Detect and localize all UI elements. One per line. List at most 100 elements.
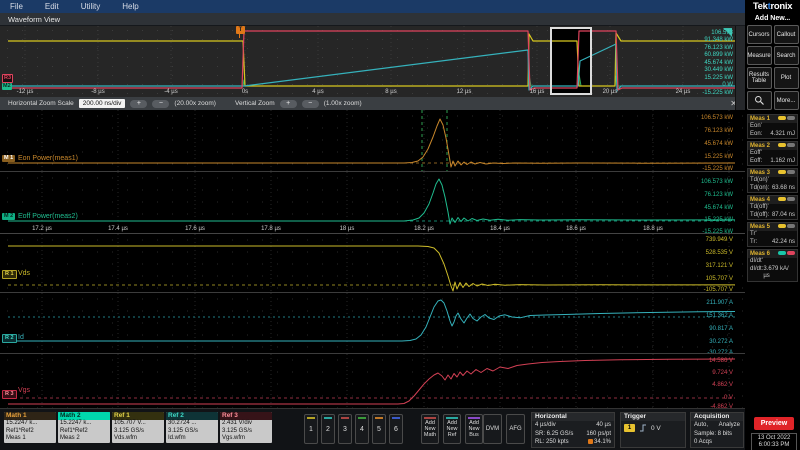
menu-help[interactable]: Help (122, 2, 138, 11)
meas5-toggle-icon[interactable] (787, 224, 795, 228)
meas2-label: Eoff: (750, 158, 762, 166)
ref1-scale: 105.707 V... (112, 420, 164, 428)
channel-2-button[interactable]: 2 (321, 414, 335, 444)
meas3-toggle-icon[interactable] (787, 170, 795, 174)
acquisition-analyze: Analyze (719, 421, 740, 430)
vds-label[interactable]: Vds (18, 270, 30, 278)
math1-card[interactable]: Math 1 15.2247 k... Ref1*Ref2 Meas 1 (4, 412, 56, 443)
panel-eoff-power[interactable]: 106.573 kW76.123 kW45.674 kW15.225 kW-15… (0, 171, 745, 225)
badge-ref3[interactable]: R 3 (2, 390, 17, 399)
meas3-card[interactable]: Meas 3 Td(on)' Td(on):63.68 ns (747, 168, 798, 193)
overview-badge-r3[interactable]: R3 (2, 74, 13, 83)
meas3-value: 63.68 ns (772, 185, 795, 193)
time-text: 6:00:33 PM (752, 442, 796, 449)
callout-button[interactable]: Callout (774, 25, 799, 44)
menu-utility[interactable]: Utility (81, 2, 101, 11)
trigger-card-title: Trigger (621, 413, 685, 421)
ref3-card[interactable]: Ref 3 2.431 V/div 3.125 GS/s Vgs.wfm (220, 412, 272, 443)
add-new-math-button[interactable]: Add New Math (421, 414, 439, 444)
tab-waveform-view[interactable]: Waveform View (8, 15, 60, 24)
math1-source: Meas 1 (4, 435, 56, 443)
panel-vgs[interactable]: 14.586 V9.724 V4.862 V0 V-4.862 V R 3 Vg… (0, 353, 745, 409)
dvm-button[interactable]: DVM (483, 414, 502, 444)
trigger-settings-card[interactable]: Trigger 1 0 V (620, 412, 686, 448)
channel-6-button[interactable]: 6 (389, 414, 403, 444)
channel-buttons: 1 2 3 4 5 6 (304, 414, 403, 444)
measurement-results-list: Meas 1 Eon' Eon:4.321 mJ Meas 2 Eoff' Eo… (745, 114, 800, 282)
overview-badge-m2[interactable]: M2 (2, 83, 12, 90)
panel-id[interactable]: 211.907 A151.362 A90.817 A30.272 A-30.27… (0, 292, 745, 354)
meas1-card[interactable]: Meas 1 Eon' Eon:4.321 mJ (747, 114, 798, 139)
math2-card[interactable]: Math 2 15.2247 k... Ref1*Ref2 Meas 2 (58, 412, 110, 443)
badge-ref1[interactable]: R 1 (2, 270, 17, 279)
vgs-label[interactable]: Vgs (18, 387, 30, 395)
trigger-position-marker[interactable]: T (236, 26, 245, 34)
panel-vds[interactable]: 739.949 V528.535 V317.121 V105.707 V-105… (0, 234, 745, 292)
badge-math1[interactable]: M 1 (2, 155, 15, 162)
add-new-heading: Add New... (745, 15, 800, 22)
channel-cards: Math 1 15.2247 k... Ref1*Ref2 Meas 1 Mat… (4, 412, 272, 443)
v-zoom-minus-button[interactable]: − (302, 100, 319, 108)
id-label[interactable]: Id (18, 334, 24, 342)
horizontal-zoom-scale-input[interactable]: 200.00 ns/div (79, 99, 126, 108)
meas1-label: Eon: (750, 131, 762, 139)
math2-card-title: Math 2 (58, 412, 110, 420)
horizontal-card-title: Horizontal (532, 413, 614, 421)
overview-waveforms (0, 26, 745, 97)
preview-button[interactable]: Preview (754, 417, 794, 430)
eon-power-label[interactable]: Eon Power(meas1) (18, 155, 78, 163)
meas2-toggle-icon[interactable] (787, 143, 795, 147)
h-zoom-plus-button[interactable]: + (130, 100, 147, 108)
meas6-title: Meas 6 (750, 250, 770, 258)
waveform-overview[interactable]: 106.57391.348 kW76.123 kW60.899 kW45.674… (0, 26, 745, 97)
tick-label: 17.2 µs (32, 226, 52, 232)
v-zoom-plus-button[interactable]: + (280, 100, 297, 108)
meas2-title: Meas 2 (750, 142, 770, 150)
eoff-power-label[interactable]: Eoff Power(meas2) (18, 213, 78, 221)
v-zoom-factor: (1.00x zoom) (324, 100, 362, 107)
channel-1-button[interactable]: 1 (304, 414, 318, 444)
badge-math2[interactable]: M 2 (2, 213, 15, 220)
menu-edit[interactable]: Edit (45, 2, 59, 11)
measure-button[interactable]: Measure (747, 46, 772, 65)
search-button[interactable]: Search (774, 46, 799, 65)
oscilloscope-app: File Edit Utility Help Waveform View 106… (0, 0, 800, 450)
ref1-samplerate: 3.125 GS/s (112, 428, 164, 436)
meas6-toggle-icon[interactable] (787, 251, 795, 255)
eon-power-trace (0, 110, 745, 171)
channel-4-button[interactable]: 4 (355, 414, 369, 444)
cursors-button[interactable]: Cursors (747, 25, 772, 44)
meas2-card[interactable]: Meas 2 Eoff' Eoff:1.162 mJ (747, 141, 798, 166)
ref1-card[interactable]: Ref 1 105.707 V... 3.125 GS/s Vds.wfm (112, 412, 164, 443)
h-zoom-minus-button[interactable]: − (152, 100, 169, 108)
tick-label: 18.4 µs (490, 226, 510, 232)
math2-scale: 15.2247 k... (58, 420, 110, 428)
plot-button[interactable]: Plot (774, 67, 799, 89)
meas1-toggle-icon[interactable] (787, 116, 795, 120)
panel-eon-power[interactable]: 106.573 kW76.123 kW45.674 kW15.225 kW-15… (0, 110, 745, 171)
meas5-name: Tr' (748, 231, 797, 239)
tick-label: 17.4 µs (108, 226, 128, 232)
channel-3-button[interactable]: 3 (338, 414, 352, 444)
meas6-card[interactable]: Meas 6 dI/dt' dI/dt:3.679 kA/µs (747, 249, 798, 282)
badge-ref2[interactable]: R 2 (2, 334, 17, 343)
acquisition-settings-card[interactable]: Acquisition Auto, Analyze Sample: 8 bits… (690, 412, 744, 448)
meas1-value: 4.321 mJ (770, 131, 795, 139)
more-button[interactable]: More... (774, 91, 799, 110)
add-new-ref-button[interactable]: Add New Ref (443, 414, 461, 444)
meas5-source-chip (778, 224, 786, 228)
meas4-card[interactable]: Meas 4 Td(off)' Td(off):87.04 ns (747, 195, 798, 220)
meas5-card[interactable]: Meas 5 Tr' Tr:42.24 ns (747, 222, 798, 247)
meas5-label: Tr: (750, 239, 757, 247)
meas6-value: 3.679 kA/µs (763, 266, 795, 281)
ref2-card[interactable]: Ref 2 30.2724 ... 3.125 GS/s Id.wfm (166, 412, 218, 443)
horizontal-settings-card[interactable]: Horizontal 4 µs/div 40 µs SR: 6.25 GS/s … (531, 412, 615, 448)
afg-button[interactable]: AFG (506, 414, 525, 444)
menu-file[interactable]: File (10, 2, 23, 11)
add-new-bus-button[interactable]: Add New Bus (465, 414, 483, 444)
zoom-tool-button[interactable] (747, 91, 772, 110)
results-table-button[interactable]: Results Table (747, 67, 772, 89)
channel-5-button[interactable]: 5 (372, 414, 386, 444)
meas4-toggle-icon[interactable] (787, 197, 795, 201)
ref2-card-title: Ref 2 (166, 412, 218, 420)
